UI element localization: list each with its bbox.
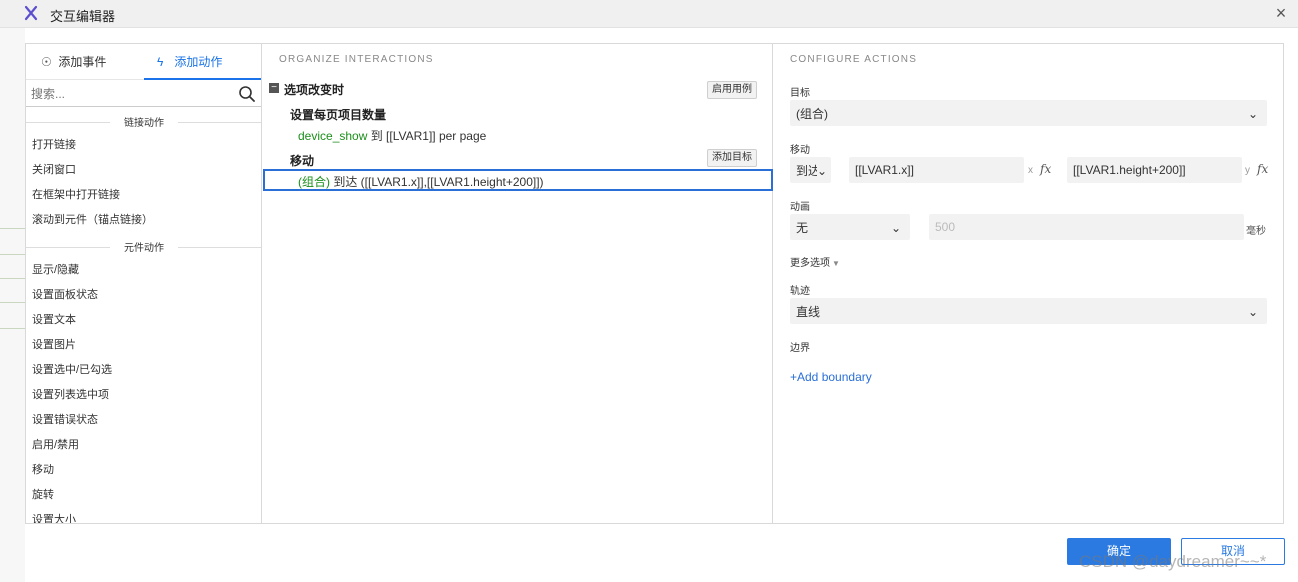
action-open-link[interactable]: 打开链接 [32, 135, 76, 155]
search-input[interactable] [31, 85, 231, 103]
tab-add-action[interactable]: ϟ 添加动作 [144, 44, 261, 80]
chevron-down-icon: ⌄ [816, 158, 827, 182]
section-widget-actions: 元件动作 [26, 239, 261, 255]
event-row: − 选项改变时 [269, 80, 763, 100]
boundary-label: 边界 [790, 343, 810, 354]
action-set-list-selection[interactable]: 设置列表选中项 [32, 385, 109, 405]
action-close-window[interactable]: 关闭窗口 [32, 160, 76, 180]
organize-interactions-panel: ORGANIZE INTERACTIONS − 选项改变时 启用用例 设置每页项… [263, 44, 773, 523]
action-target: device_show [298, 129, 368, 143]
animation-select[interactable]: 无 ⌄ [790, 214, 910, 240]
action-set-text[interactable]: 设置文本 [32, 310, 76, 330]
tab-add-event[interactable]: ☉ 添加事件 [41, 44, 106, 80]
action-description: 到达 ([[LVAR1.x]],[[LVAR1.height+200]]) [330, 175, 544, 189]
configure-actions-panel: CONFIGURE ACTIONS 目标 (组合) ⌄ 移动 到达 ⌄ [[LV… [774, 44, 1283, 523]
axure-logo-icon [24, 5, 38, 21]
trajectory-select[interactable]: 直线 ⌄ [790, 298, 1267, 324]
event-title[interactable]: 选项改变时 [284, 81, 344, 98]
collapse-icon[interactable]: − [269, 83, 279, 93]
action-show-hide[interactable]: 显示/隐藏 [32, 260, 79, 280]
action-line-selected[interactable]: (组合) 到达 ([[LVAR1.x]],[[LVAR1.height+200]… [298, 173, 544, 190]
x-suffix: x [1028, 165, 1033, 176]
window-title: 交互编辑器 [50, 9, 116, 24]
more-options-label: 更多选项 [790, 258, 830, 269]
tab-add-action-label: 添加动作 [174, 55, 223, 69]
configure-heading: CONFIGURE ACTIONS [790, 54, 918, 65]
animation-label: 动画 [790, 202, 810, 213]
target-value: (组合) [796, 107, 828, 121]
add-target-button[interactable]: 添加目标 [707, 149, 757, 167]
chevron-down-icon: ⌄ [1247, 107, 1258, 121]
case-title[interactable]: 移动 [290, 152, 314, 169]
action-scroll-to-widget[interactable]: 滚动到元件（锚点链接） [32, 210, 153, 230]
tab-add-event-label: 添加事件 [58, 55, 107, 69]
x-input[interactable]: [[LVAR1.x]] [849, 157, 1024, 183]
section-link-actions: 链接动作 [26, 114, 261, 130]
close-icon[interactable]: × [1272, 4, 1290, 22]
action-description: 到 [[LVAR1]] per page [367, 129, 487, 143]
enable-case-button[interactable]: 启用用例 [707, 81, 757, 99]
action-enable-disable[interactable]: 启用/禁用 [32, 435, 79, 455]
action-set-image[interactable]: 设置图片 [32, 335, 76, 355]
chevron-down-icon: ⌄ [890, 221, 901, 235]
action-move[interactable]: 移动 [32, 460, 54, 480]
animation-value: 无 [796, 221, 809, 235]
duration-unit: 毫秒 [1246, 226, 1266, 237]
target-label: 目标 [790, 88, 810, 99]
left-tabs: ☉ 添加事件 ϟ 添加动作 [26, 44, 261, 80]
fx-icon[interactable]: fx [1040, 162, 1051, 176]
more-options-toggle[interactable]: 更多选项 ▼ [790, 254, 840, 269]
y-input[interactable]: [[LVAR1.height+200]] [1067, 157, 1242, 183]
action-rotate[interactable]: 旋转 [32, 485, 54, 505]
chevron-down-icon: ⌄ [1247, 305, 1258, 319]
action-set-panel-state[interactable]: 设置面板状态 [32, 285, 98, 305]
caret-down-icon: ▼ [832, 259, 840, 268]
background-canvas [0, 28, 25, 582]
y-suffix: y [1245, 165, 1250, 176]
action-set-size[interactable]: 设置大小 [32, 510, 76, 523]
trajectory-value: 直线 [796, 305, 821, 319]
action-open-link-in-frame[interactable]: 在框架中打开链接 [32, 185, 120, 205]
action-target: (组合) [298, 175, 330, 189]
action-library-panel: ☉ 添加事件 ϟ 添加动作 链接动作 打开链接 关闭窗口 在框架中打开链接 滚动… [26, 44, 262, 523]
search-icon[interactable] [238, 85, 256, 103]
csdn-watermark: CSDN @daydreamer~~* [1079, 552, 1267, 571]
add-boundary-link[interactable]: +Add boundary [790, 370, 872, 384]
action-search [26, 82, 261, 107]
action-set-error-state[interactable]: 设置错误状态 [32, 410, 98, 430]
case-title[interactable]: 设置每页项目数量 [290, 106, 386, 123]
move-mode-select[interactable]: 到达 ⌄ [790, 157, 831, 183]
target-select[interactable]: (组合) ⌄ [790, 100, 1267, 126]
action-set-selected[interactable]: 设置选中/已勾选 [32, 360, 112, 380]
title-bar: 交互编辑器 × [0, 0, 1298, 28]
move-label: 移动 [790, 145, 810, 156]
trajectory-label: 轨迹 [790, 286, 810, 297]
organize-heading: ORGANIZE INTERACTIONS [279, 54, 434, 65]
interaction-editor-dialog: ☉ 添加事件 ϟ 添加动作 链接动作 打开链接 关闭窗口 在框架中打开链接 滚动… [25, 43, 1284, 524]
event-icon: ☉ [41, 55, 52, 69]
lightning-icon: ϟ [157, 55, 164, 69]
fx-icon[interactable]: fx [1257, 162, 1268, 176]
action-line[interactable]: device_show 到 [[LVAR1]] per page [298, 127, 486, 144]
duration-input[interactable]: 500 [929, 214, 1244, 240]
